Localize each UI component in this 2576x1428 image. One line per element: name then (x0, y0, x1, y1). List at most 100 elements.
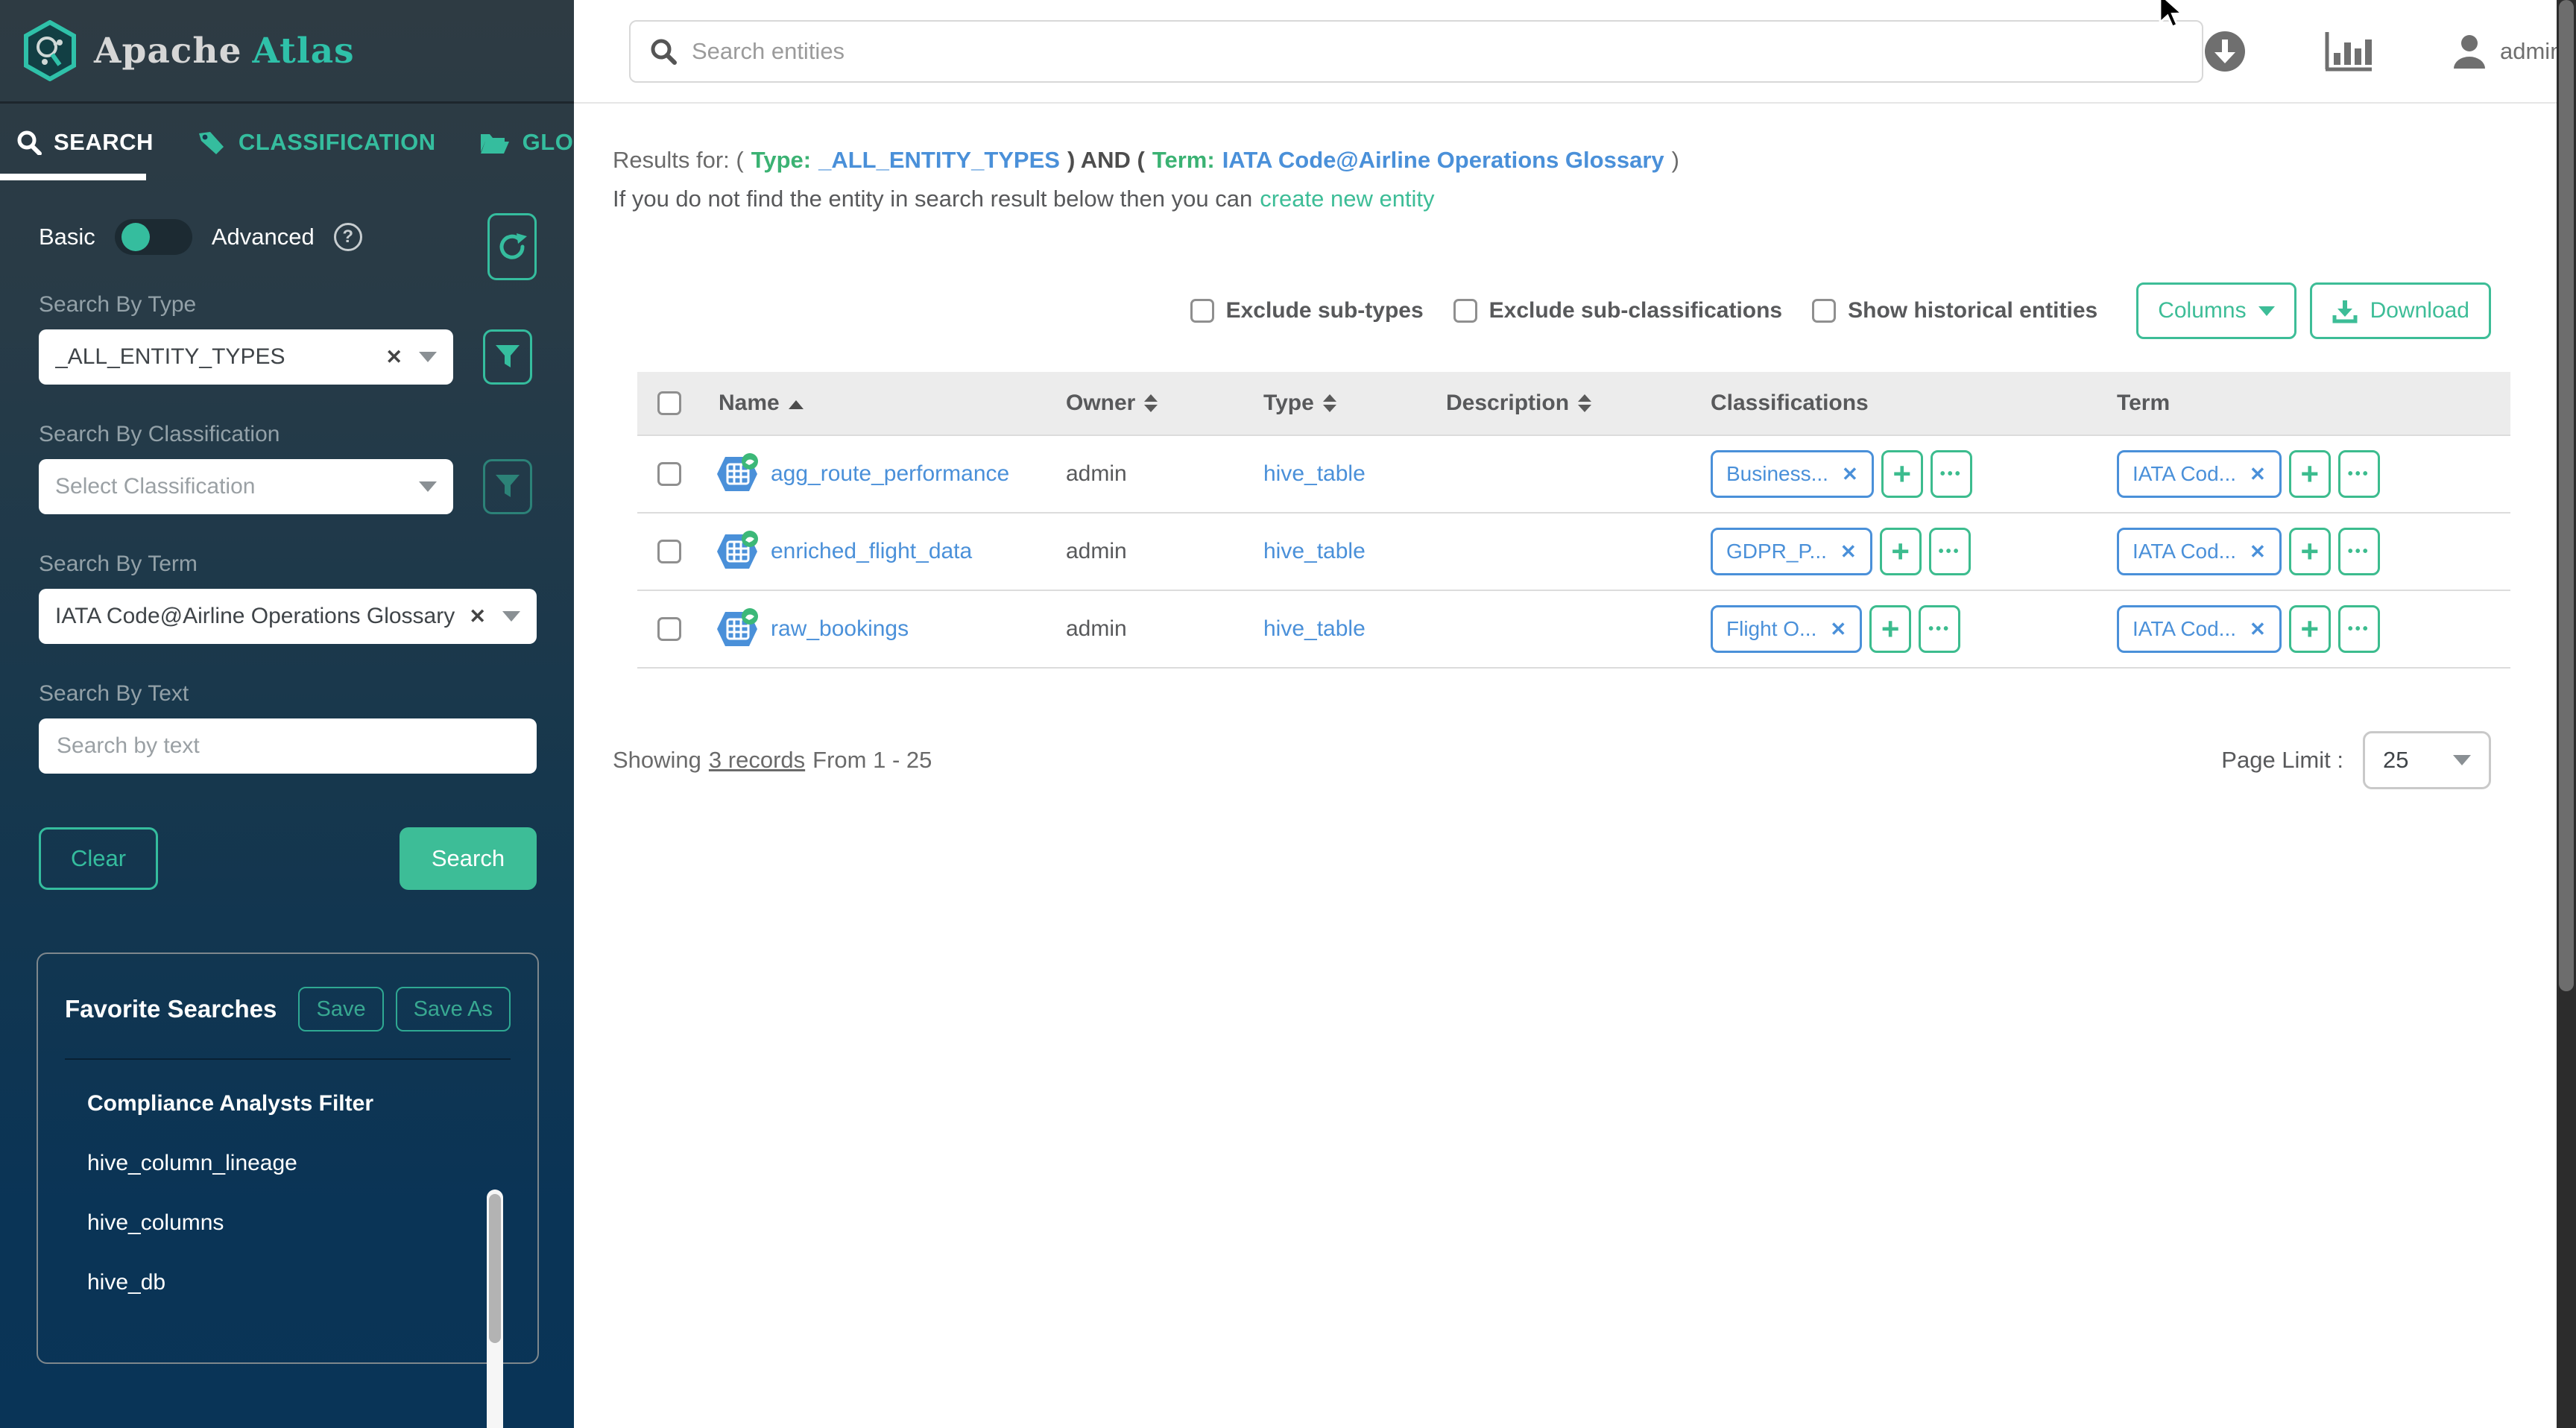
table-header-row: Name Owner Type Description Classificati… (637, 372, 2510, 435)
page-limit-select[interactable]: 25 (2363, 731, 2491, 789)
entity-type-link[interactable]: hive_table (1263, 539, 1366, 564)
results-type-value[interactable]: _ALL_ENTITY_TYPES (818, 147, 1060, 173)
term-chip[interactable]: IATA Cod... ✕ (2117, 605, 2282, 653)
favorite-search-item[interactable]: hive_column_lineage (87, 1151, 511, 1176)
remove-term-icon[interactable]: ✕ (2250, 618, 2266, 641)
search-by-type-select[interactable]: _ALL_ENTITY_TYPES ✕ (39, 329, 453, 385)
remove-term-icon[interactable]: ✕ (2250, 540, 2266, 563)
save-as-button[interactable]: Save As (396, 987, 511, 1031)
sort-icon (1144, 394, 1158, 412)
row-checkbox[interactable] (657, 462, 681, 486)
table-row: agg_route_performance admin hive_table B… (637, 435, 2510, 512)
tab-search[interactable]: SEARCH (16, 129, 154, 156)
exclude-subtypes-checkbox[interactable] (1190, 299, 1214, 323)
remove-classification-icon[interactable]: ✕ (1842, 463, 1858, 486)
tab-classification[interactable]: CLASSIFICATION (197, 129, 436, 156)
entity-type-link[interactable]: hive_table (1263, 616, 1366, 642)
show-historical-checkbox[interactable] (1812, 299, 1836, 323)
column-header-type[interactable]: Type (1263, 391, 1446, 416)
entity-type-link[interactable]: hive_table (1263, 461, 1366, 487)
add-classification-button[interactable]: + (1869, 605, 1911, 653)
row-checkbox[interactable] (657, 540, 681, 563)
save-button[interactable]: Save (298, 987, 383, 1031)
classification-placeholder: Select Classification (55, 474, 419, 499)
exclude-subclassifications-label: Exclude sub-classifications (1489, 298, 1782, 323)
hive-table-icon (716, 607, 760, 651)
page-scrollbar-thumb[interactable] (2559, 0, 2574, 991)
more-terms-button[interactable]: ••• (2338, 528, 2380, 575)
type-attribute-filter-button[interactable] (483, 329, 532, 385)
chevron-down-icon (2258, 306, 2275, 316)
add-classification-button[interactable]: + (1880, 528, 1922, 575)
create-new-entity-link[interactable]: create new entity (1260, 186, 1434, 212)
filter-icon (494, 473, 521, 500)
more-classifications-button[interactable]: ••• (1919, 605, 1960, 653)
favorite-searches-title: Favorite Searches (65, 995, 277, 1023)
exclude-subtypes-option[interactable]: Exclude sub-types (1190, 298, 1424, 323)
page-scrollbar[interactable] (2557, 0, 2576, 1428)
refresh-button[interactable] (487, 213, 537, 280)
user-menu[interactable]: admin (2451, 33, 2563, 70)
pending-tasks-icon[interactable] (2203, 30, 2247, 73)
more-classifications-button[interactable]: ••• (1929, 528, 1971, 575)
classification-chip[interactable]: Flight O... ✕ (1711, 605, 1862, 653)
search-button[interactable]: Search (400, 827, 537, 890)
favorites-scrollbar[interactable] (487, 1190, 503, 1428)
row-checkbox[interactable] (657, 617, 681, 641)
entity-name-link[interactable]: agg_route_performance (771, 461, 1009, 487)
more-terms-button[interactable]: ••• (2338, 450, 2380, 498)
basic-advanced-toggle[interactable] (115, 219, 192, 255)
favorites-scrollbar-thumb[interactable] (489, 1194, 501, 1343)
more-terms-button[interactable]: ••• (2338, 605, 2380, 653)
clear-button[interactable]: Clear (39, 827, 158, 890)
favorite-search-item[interactable]: hive_db (87, 1270, 511, 1295)
term-chip[interactable]: IATA Cod... ✕ (2117, 450, 2282, 498)
show-historical-option[interactable]: Show historical entities (1812, 298, 2097, 323)
classification-chip[interactable]: Business... ✕ (1711, 450, 1874, 498)
refresh-icon (496, 230, 528, 263)
download-button[interactable]: Download (2310, 282, 2491, 339)
search-by-term-value: IATA Code@Airline Operations Glossary (55, 604, 469, 629)
brand-header[interactable]: ApacheAtlas (0, 0, 574, 104)
sort-icon (1323, 394, 1336, 412)
clear-term-icon[interactable]: ✕ (469, 605, 486, 628)
exclude-subtypes-label: Exclude sub-types (1226, 298, 1424, 323)
toggle-knob (121, 223, 150, 251)
filter-icon (494, 344, 521, 370)
exclude-subclassifications-option[interactable]: Exclude sub-classifications (1453, 298, 1782, 323)
results-term-value[interactable]: IATA Code@Airline Operations Glossary (1222, 147, 1664, 173)
columns-dropdown-button[interactable]: Columns (2136, 282, 2296, 339)
column-header-name[interactable]: Name (701, 391, 1066, 416)
remove-term-icon[interactable]: ✕ (2250, 463, 2266, 486)
column-header-description[interactable]: Description (1446, 391, 1711, 416)
statistics-icon[interactable] (2324, 31, 2373, 72)
global-search-input[interactable] (692, 38, 2182, 65)
add-term-button[interactable]: + (2289, 528, 2331, 575)
add-term-button[interactable]: + (2289, 450, 2331, 498)
search-by-term-select[interactable]: IATA Code@Airline Operations Glossary ✕ (39, 589, 537, 644)
clear-type-icon[interactable]: ✕ (385, 346, 402, 369)
help-icon[interactable]: ? (334, 223, 362, 251)
topbar: admin (574, 0, 2557, 104)
select-all-checkbox[interactable] (657, 391, 681, 415)
show-historical-label: Show historical entities (1848, 298, 2097, 323)
more-classifications-button[interactable]: ••• (1931, 450, 1972, 498)
column-header-owner[interactable]: Owner (1066, 391, 1263, 416)
favorite-search-item[interactable]: Compliance Analysts Filter (87, 1091, 511, 1116)
favorite-search-item[interactable]: hive_columns (87, 1210, 511, 1236)
classification-chip[interactable]: GDPR_P... ✕ (1711, 528, 1872, 575)
exclude-subclassifications-checkbox[interactable] (1453, 299, 1477, 323)
global-search-box[interactable] (629, 20, 2203, 83)
search-by-text-input[interactable] (39, 718, 537, 774)
records-count-link[interactable]: 3 records (709, 747, 805, 773)
entity-name-link[interactable]: raw_bookings (771, 616, 909, 642)
search-by-classification-select[interactable]: Select Classification (39, 459, 453, 514)
classification-attribute-filter-button[interactable] (483, 459, 532, 514)
add-term-button[interactable]: + (2289, 605, 2331, 653)
results-term-label: Term: (1152, 147, 1215, 173)
remove-classification-icon[interactable]: ✕ (1840, 540, 1857, 563)
add-classification-button[interactable]: + (1881, 450, 1923, 498)
entity-name-link[interactable]: enriched_flight_data (771, 539, 972, 564)
term-chip[interactable]: IATA Cod... ✕ (2117, 528, 2282, 575)
remove-classification-icon[interactable]: ✕ (1830, 618, 1846, 641)
